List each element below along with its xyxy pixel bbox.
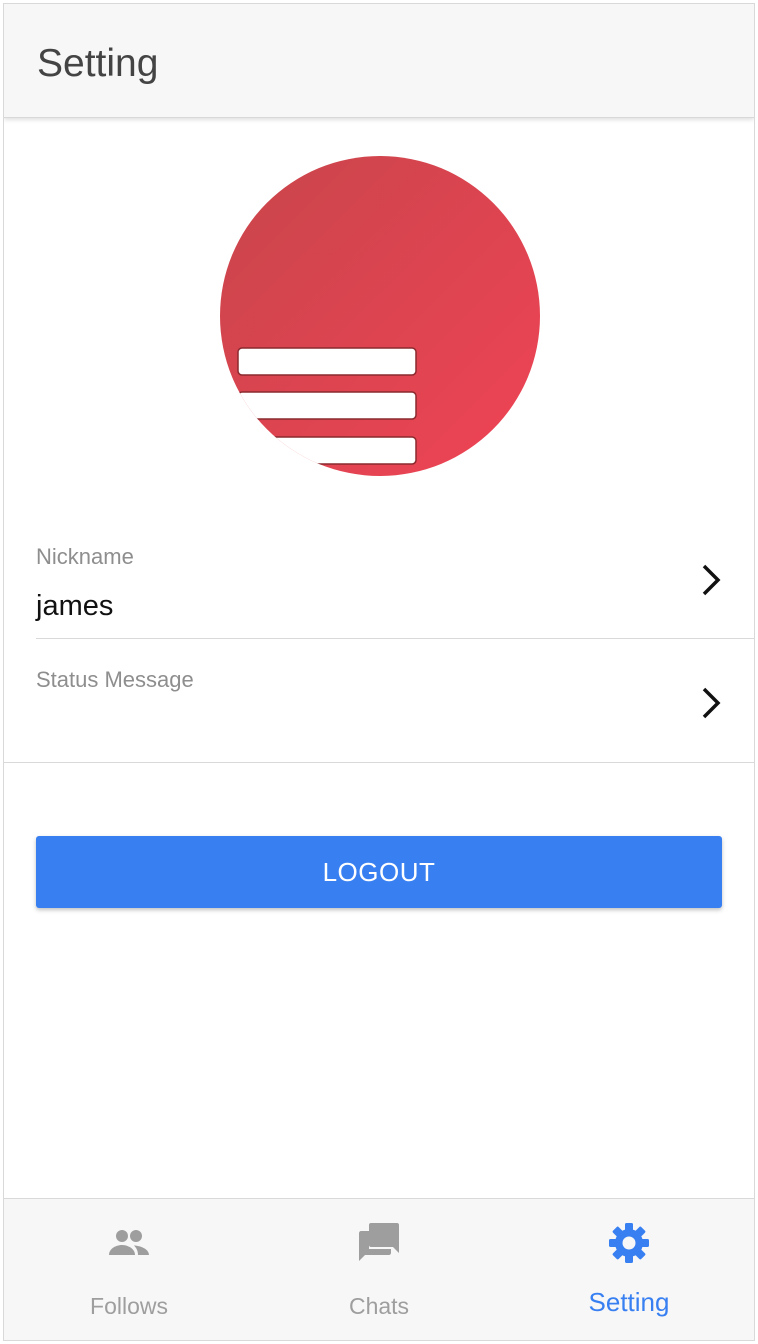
app-header: Setting: [4, 4, 754, 118]
tab-follows-label: Follows: [90, 1293, 168, 1319]
tab-chats-label: Chats: [348, 1293, 410, 1319]
status-message-row[interactable]: Status Message: [4, 639, 754, 763]
logout-button[interactable]: LOGOUT: [36, 836, 722, 908]
nickname-row[interactable]: Nickname james: [36, 524, 754, 639]
people-icon: [109, 1230, 149, 1255]
tab-setting-label: Setting: [588, 1287, 670, 1317]
status-message-label: Status Message: [36, 667, 194, 692]
avatar-logo-icon: [220, 156, 540, 476]
chevron-right-icon: [702, 564, 721, 596]
gear-icon: [609, 1223, 649, 1263]
app-screen: Setting Nickname james Status Message LO…: [3, 3, 755, 1341]
tab-chats[interactable]: Chats: [254, 1199, 504, 1340]
nickname-value: james: [36, 590, 114, 622]
chevron-right-icon: [702, 687, 721, 719]
avatar[interactable]: [220, 156, 540, 476]
tab-setting[interactable]: Setting: [504, 1199, 754, 1340]
page-title: Setting: [37, 42, 159, 85]
chat-icon: [359, 1223, 399, 1261]
tab-follows[interactable]: Follows: [4, 1199, 254, 1340]
nickname-label: Nickname: [36, 544, 134, 569]
bottom-tab-bar: Follows Chats Setting: [4, 1198, 754, 1340]
